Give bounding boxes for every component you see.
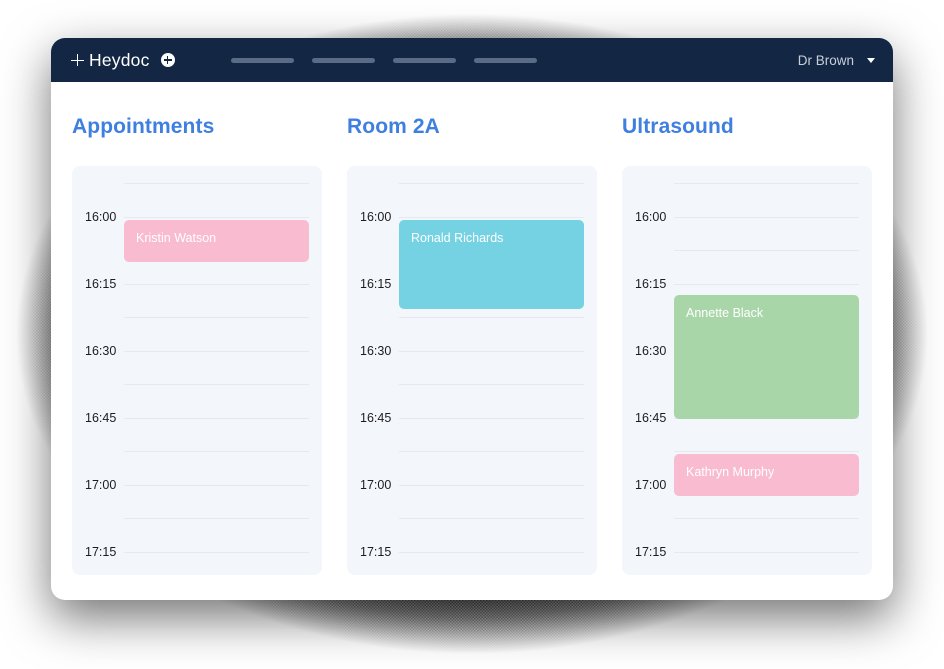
column-ultrasound: Ultrasound 16:00 16:15 16:30 16:45 17:00 17:1…: [622, 82, 872, 575]
schedule-panel-room-2a[interactable]: 16:00 16:15 16:30 16:45 17:00 17:15 Ronald Ri…: [347, 166, 597, 575]
grid-line: [399, 350, 584, 352]
grid-line: [124, 283, 309, 285]
appointment-block[interactable]: Annette Black: [674, 295, 859, 419]
user-menu[interactable]: Dr Brown: [798, 53, 875, 68]
grid-line: [399, 384, 584, 385]
time-label: 17:15: [635, 544, 667, 559]
time-label: 16:15: [360, 276, 392, 291]
nav-links: [230, 57, 537, 63]
circle-plus-icon[interactable]: [160, 53, 175, 67]
nav-link-placeholder-3[interactable]: [392, 57, 456, 63]
time-label: 17:00: [635, 477, 667, 492]
column-room-2a: Room 2A 16:00 16:15 16:30 16:45 17:00 17:15 R…: [347, 82, 597, 575]
nav-link-placeholder-1[interactable]: [230, 57, 294, 63]
time-label: 16:00: [85, 209, 117, 224]
column-title: Ultrasound: [622, 115, 734, 138]
time-label: 16:15: [85, 276, 117, 291]
grid-line: [674, 551, 859, 553]
column-appointments: Appointments 16:00 16:15 16:30 16:45 17:00 17…: [72, 82, 322, 575]
time-label: 16:30: [85, 343, 117, 358]
appointment-block[interactable]: Kathryn Murphy: [674, 454, 859, 496]
grid-line: [124, 350, 309, 352]
column-title: Appointments: [72, 115, 215, 138]
grid-line: [399, 183, 584, 184]
grid-line: [399, 317, 584, 318]
grid-line: [674, 216, 859, 218]
time-label: 16:15: [635, 276, 667, 291]
grid-line: [399, 216, 584, 218]
top-navigation-bar: Heydoc Dr Brown: [51, 38, 893, 82]
user-name-label: Dr Brown: [797, 52, 854, 68]
time-label: 16:45: [85, 410, 117, 425]
appointment-block[interactable]: Kristin Watson: [124, 220, 309, 262]
brand-name: Heydoc: [89, 49, 150, 70]
grid-line: [124, 484, 309, 486]
medical-cross-icon: [71, 54, 84, 67]
grid-line: [124, 216, 309, 218]
app-window: Heydoc Dr Brown Appointments 16:00 16:15 1…: [51, 38, 893, 600]
grid-line: [674, 518, 859, 519]
time-label: 16:30: [635, 343, 667, 358]
grid-line: [674, 283, 859, 285]
grid-line: [124, 183, 309, 184]
schedule-panel-ultrasound[interactable]: 16:00 16:15 16:30 16:45 17:00 17:15 Annette B…: [622, 166, 872, 575]
time-label: 16:30: [360, 343, 392, 358]
grid-line: [399, 518, 584, 519]
brand-logo[interactable]: Heydoc: [71, 50, 175, 71]
chevron-down-icon: [867, 57, 875, 63]
grid-line: [674, 451, 859, 452]
grid-line: [124, 417, 309, 419]
time-label: 16:00: [635, 209, 667, 224]
column-title: Room 2A: [347, 115, 440, 138]
grid-line: [124, 317, 309, 318]
schedule-panel-appointments[interactable]: 16:00 16:15 16:30 16:45 17:00 17:15 Kristin W…: [72, 166, 322, 575]
grid-line: [399, 417, 584, 419]
grid-line: [124, 384, 309, 385]
appointment-block[interactable]: Ronald Richards: [399, 220, 584, 309]
nav-link-placeholder-2[interactable]: [311, 57, 375, 63]
grid-line: [399, 551, 584, 553]
grid-line: [399, 451, 584, 452]
grid-line: [674, 183, 859, 184]
grid-line: [674, 250, 859, 251]
time-label: 16:00: [360, 209, 392, 224]
schedule-columns: Appointments 16:00 16:15 16:30 16:45 17:00 17…: [51, 82, 893, 575]
time-label: 16:45: [635, 410, 667, 425]
grid-line: [399, 484, 584, 486]
time-label: 17:15: [360, 544, 392, 559]
time-label: 17:00: [85, 477, 117, 492]
time-label: 17:15: [85, 544, 117, 559]
nav-link-placeholder-4[interactable]: [473, 57, 537, 63]
grid-line: [124, 451, 309, 452]
grid-line: [124, 518, 309, 519]
time-label: 17:00: [360, 477, 392, 492]
grid-line: [124, 551, 309, 553]
time-label: 16:45: [360, 410, 392, 425]
